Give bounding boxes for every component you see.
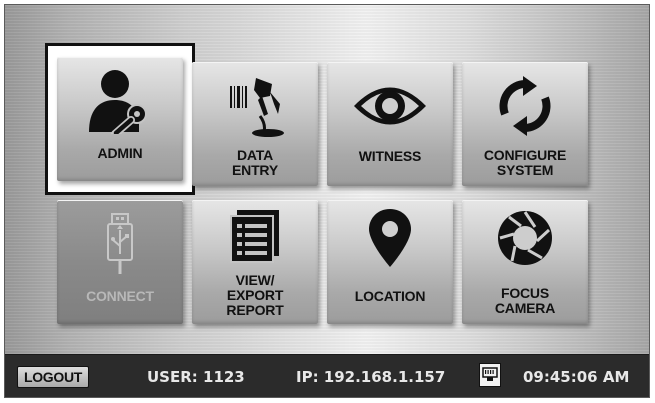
ip-address-text: IP: 192.168.1.157 [296,368,446,386]
witness-tile[interactable]: WITNESS [327,62,453,186]
configure-system-tile[interactable]: CONFIGURE SYSTEM [462,62,588,186]
focus-camera-tile[interactable]: FOCUS CAMERA [462,200,588,324]
location-label: LOCATION [354,288,426,304]
eye-icon [327,76,453,136]
configure-system-label: CONFIGURE SYSTEM [483,147,567,178]
report-list-icon [192,206,318,266]
barcode-scanner-icon [192,76,318,137]
location-tile[interactable]: LOCATION [327,200,453,324]
device-screen: ADMIN DATA ENTRY WITNESS CONFIGURE SYSTE… [4,4,650,398]
focus-camera-label: FOCUS CAMERA [494,285,556,316]
ethernet-port-icon [479,363,501,387]
user-id-text: USER: 1123 [147,368,245,386]
map-pin-icon [327,208,453,268]
admin-label: ADMIN [97,145,143,161]
connect-label: CONNECT [86,288,154,304]
usb-icon [57,213,183,274]
admin-key-icon [57,70,183,134]
connect-tile[interactable]: CONNECT [57,200,183,324]
view-export-report-label: VIEW/EXPORT REPORT [226,272,284,318]
sync-arrows-icon [462,76,588,136]
clock-text: 09:45:06 AM [523,368,630,386]
view-export-report-tile[interactable]: VIEW/EXPORT REPORT [192,200,318,324]
witness-label: WITNESS [358,148,422,164]
status-bar: LOGOUT USER: 1123 IP: 192.168.1.157 09:4… [5,354,649,397]
admin-tile[interactable]: ADMIN [57,57,183,181]
data-entry-tile[interactable]: DATA ENTRY [192,62,318,186]
aperture-icon [462,208,588,268]
logout-button[interactable]: LOGOUT [17,366,89,388]
data-entry-label: DATA ENTRY [232,147,278,178]
